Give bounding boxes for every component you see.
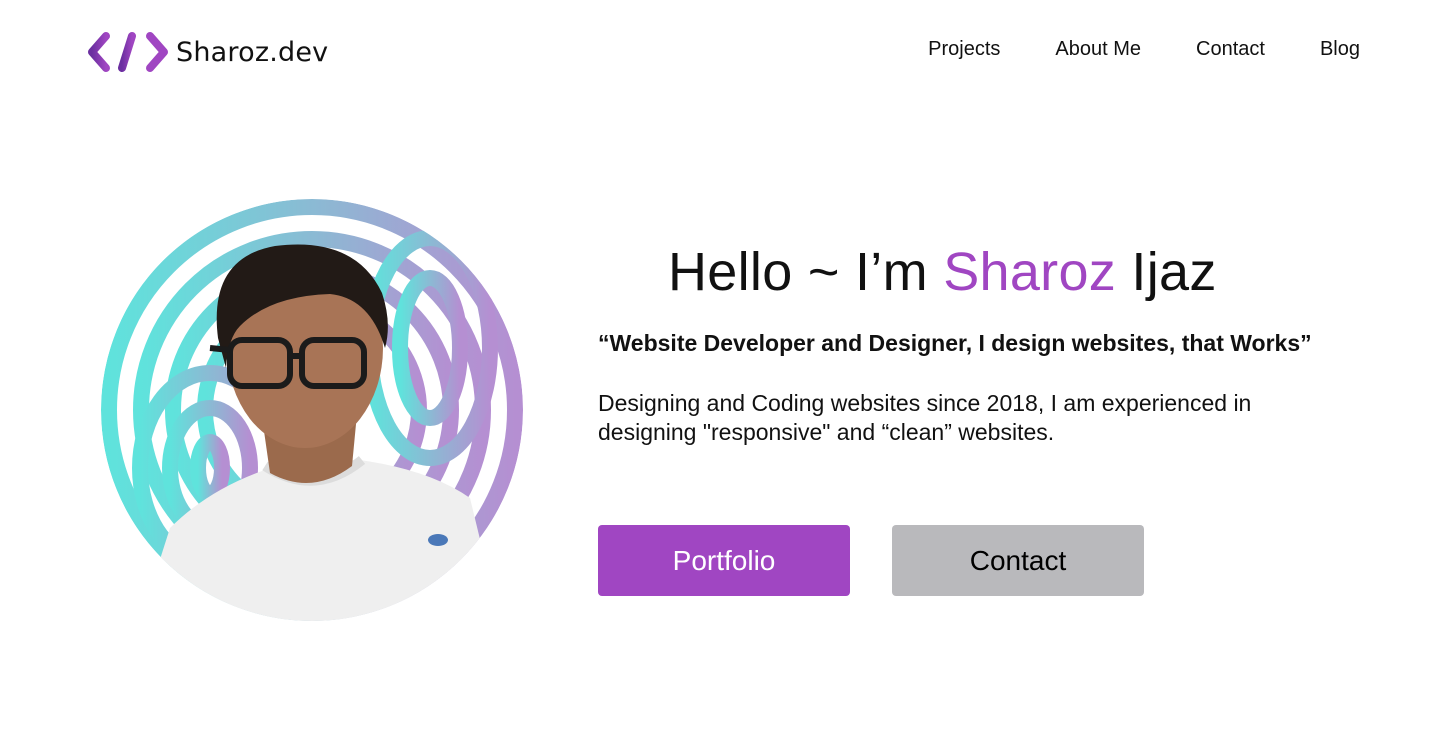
- hero-tagline: “Website Developer and Designer, I desig…: [598, 330, 1312, 356]
- brand-logo[interactable]: Sharoz.dev: [86, 30, 328, 74]
- nav-link-projects[interactable]: Projects: [928, 38, 1000, 61]
- nav-link-about-me[interactable]: About Me: [1055, 38, 1141, 61]
- nav-link-contact[interactable]: Contact: [1196, 38, 1265, 61]
- site-header: Sharoz.dev Projects About Me Contact Blo…: [0, 0, 1440, 100]
- main-nav: Projects About Me Contact Blog: [928, 38, 1360, 61]
- brand-name: Sharoz.dev: [176, 36, 329, 68]
- nav-link-blog[interactable]: Blog: [1320, 38, 1360, 61]
- portfolio-button[interactable]: Portfolio: [598, 525, 850, 596]
- hero-bio: Designing and Coding websites since 2018…: [598, 390, 1252, 445]
- code-brackets-icon: [88, 32, 168, 72]
- hero-greeting: Hello ~ I’m: [668, 242, 944, 302]
- contact-button[interactable]: Contact: [892, 525, 1144, 596]
- hero-first-name: Sharoz: [943, 242, 1117, 302]
- hero-heading: Hello ~ I’m Sharoz Ijaz: [668, 240, 1358, 304]
- hero-last-name: Ijaz: [1116, 242, 1217, 302]
- profile-photo: [100, 198, 524, 622]
- hero-section: Hello ~ I’m Sharoz Ijaz “Website Develop…: [598, 240, 1358, 447]
- profile-photo-illustration: [101, 199, 523, 621]
